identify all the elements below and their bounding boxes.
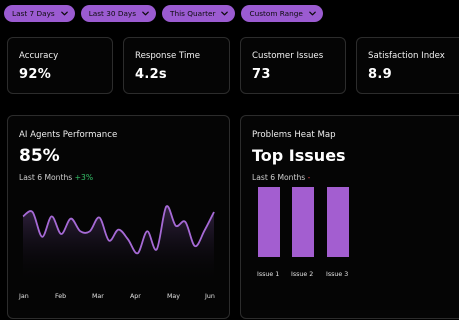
heatmap-headline: Top Issues	[252, 146, 346, 165]
month-label-mar: Mar	[92, 293, 104, 300]
month-label-apr: Apr	[130, 293, 141, 300]
period-label: Last 6 Months	[252, 173, 306, 182]
issue-3-label: Issue 3	[326, 271, 349, 278]
issue-2-label: Issue 2	[291, 271, 314, 278]
performance-area	[23, 206, 214, 284]
heatmap-title: Problems Heat Map	[252, 130, 336, 140]
change-badge: -	[307, 173, 311, 182]
issue-1-label: Issue 1	[257, 271, 280, 278]
month-label-jun: Jun	[205, 293, 215, 300]
month-label-may: May	[167, 293, 181, 300]
issue-1-bar[interactable]	[258, 187, 280, 257]
month-label-feb: Feb	[55, 293, 67, 300]
issue-2-bar[interactable]	[292, 187, 314, 257]
issue-3-bar[interactable]	[327, 187, 349, 257]
month-label-jan: Jan	[19, 293, 29, 300]
heatmap-period: Last 6 Months -	[252, 173, 310, 182]
